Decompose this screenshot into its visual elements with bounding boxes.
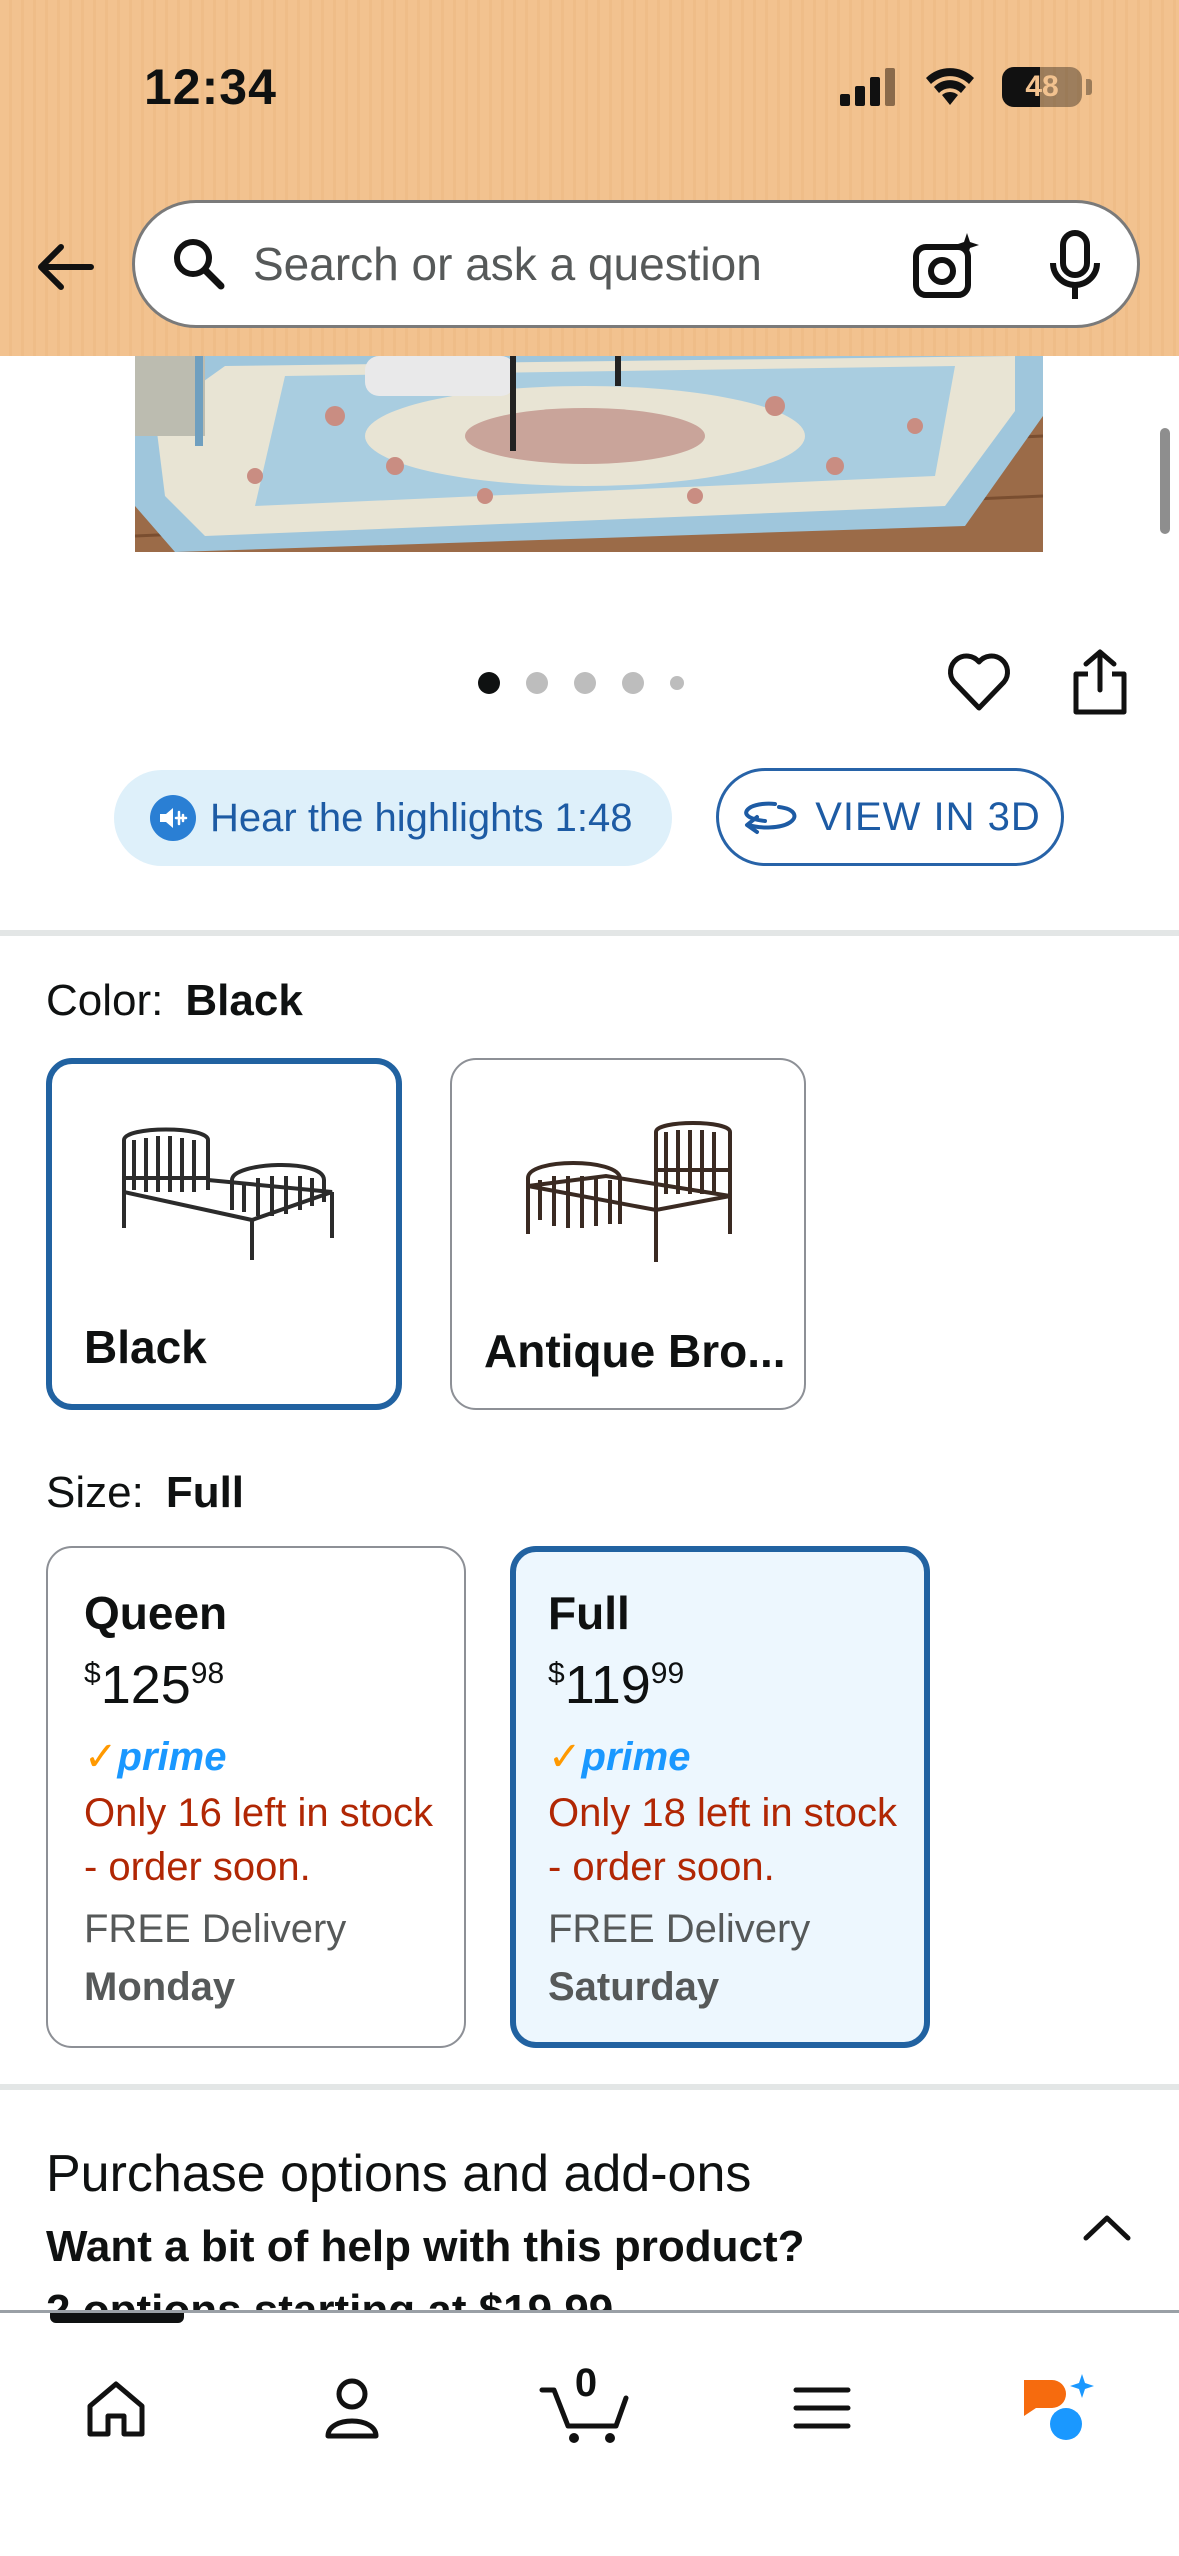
- carousel-dot-2[interactable]: [526, 672, 548, 694]
- size-option-price: $11999: [548, 1655, 685, 1715]
- color-label-row: Color: Black: [46, 976, 303, 1026]
- color-selected-value: Black: [185, 976, 303, 1025]
- audio-highlights-icon: [150, 795, 196, 841]
- prime-check-icon: ✓: [84, 1735, 118, 1779]
- prime-badge: ✓prime: [548, 1735, 691, 1779]
- bottom-navigation: 0: [0, 2310, 1179, 2556]
- share-button[interactable]: [1070, 648, 1130, 721]
- heart-icon: [948, 653, 1010, 711]
- account-icon: [325, 2378, 379, 2439]
- nav-menu[interactable]: [772, 2353, 872, 2463]
- camera-search-button[interactable]: [911, 231, 981, 306]
- status-time: 12:34: [144, 59, 277, 115]
- carousel-dot-5[interactable]: [670, 676, 684, 690]
- nav-rufus-assistant[interactable]: [1008, 2353, 1108, 2463]
- delivery-label: FREE Delivery: [548, 1907, 811, 1951]
- image-carousel-dots[interactable]: [478, 672, 684, 694]
- search-icon: [174, 239, 225, 290]
- size-selected-value: Full: [165, 1468, 245, 1517]
- size-label-row: Size: Full: [46, 1468, 244, 1518]
- home-icon: [87, 2381, 145, 2437]
- color-option-name: Black: [84, 1321, 207, 1373]
- view-in-3d-label: VIEW IN 3D: [815, 794, 1041, 839]
- wifi-icon: [926, 68, 974, 105]
- delivery-day: Monday: [84, 1965, 236, 2009]
- carousel-dot-4[interactable]: [622, 672, 644, 694]
- size-label: Size:: [46, 1468, 144, 1517]
- header: 12:34 48: [0, 0, 1179, 356]
- status-icons: 48: [840, 62, 1092, 112]
- battery-icon: 48: [1002, 67, 1082, 107]
- rotate-3d-icon: [744, 801, 797, 834]
- stock-warning: Only 16 left in stock - order soon.: [84, 1791, 434, 1889]
- battery-cap: [1086, 79, 1092, 95]
- delivery-label: FREE Delivery: [84, 1907, 347, 1951]
- size-option-full[interactable]: Full $11999 ✓prime Only 18 left in stock…: [510, 1546, 930, 2048]
- cart-count: 0: [574, 2361, 598, 2405]
- nav-home[interactable]: [66, 2353, 166, 2463]
- share-icon: [1073, 649, 1127, 715]
- search-input[interactable]: [253, 237, 873, 291]
- chevron-up-icon: [1083, 2215, 1131, 2241]
- color-option-antique-bronze[interactable]: Antique Bro...: [450, 1058, 806, 1410]
- page-scrollbar[interactable]: [1160, 428, 1170, 534]
- size-option-name: Full: [548, 1587, 630, 1639]
- carousel-dot-3[interactable]: [574, 672, 596, 694]
- product-help-heading[interactable]: Want a bit of help with this product?: [46, 2222, 805, 2272]
- nav-cart[interactable]: 0: [536, 2353, 636, 2463]
- microphone-icon: [1050, 230, 1100, 299]
- product-photo-bed-on-rug: [135, 356, 1043, 552]
- voice-search-button[interactable]: [1045, 229, 1105, 308]
- camera-lens-icon: [913, 233, 979, 298]
- collapse-section-button[interactable]: [1080, 2210, 1134, 2249]
- product-image[interactable]: [135, 356, 1043, 552]
- carousel-dot-1[interactable]: [478, 672, 500, 694]
- back-button[interactable]: [30, 232, 100, 302]
- add-to-list-button[interactable]: [946, 650, 1012, 719]
- color-option-name: Antique Bro...: [484, 1325, 786, 1377]
- size-option-queen[interactable]: Queen $12598 ✓prime Only 16 left in stoc…: [46, 1546, 466, 2048]
- size-option-name: Queen: [84, 1587, 228, 1639]
- rufus-assistant-icon: [1024, 2374, 1094, 2440]
- section-divider: [0, 930, 1179, 936]
- cellular-signal-icon: [840, 68, 895, 106]
- back-arrow-icon: [38, 244, 94, 290]
- black-bed-frame-thumbnail: [122, 1127, 334, 1260]
- prime-badge: ✓prime: [84, 1735, 227, 1779]
- color-label: Color:: [46, 976, 164, 1025]
- delivery-day: Saturday: [548, 1965, 720, 2009]
- section-divider: [0, 2084, 1179, 2090]
- hear-highlights-label: Hear the highlights 1:48: [210, 795, 633, 840]
- view-in-3d-button[interactable]: VIEW IN 3D: [716, 768, 1064, 866]
- menu-icon: [793, 2387, 851, 2429]
- hear-highlights-button[interactable]: Hear the highlights 1:48: [114, 770, 672, 866]
- size-option-price: $12598: [84, 1655, 225, 1715]
- bronze-bed-frame-thumbnail: [526, 1121, 732, 1262]
- purchase-options-title: Purchase options and add-ons: [46, 2145, 752, 2203]
- prime-check-icon: ✓: [548, 1735, 582, 1779]
- battery-level: 48: [1025, 70, 1059, 103]
- nav-account[interactable]: [302, 2353, 402, 2463]
- active-tab-indicator: [50, 2313, 184, 2323]
- search-bar[interactable]: [132, 200, 1140, 328]
- stock-warning: Only 18 left in stock - order soon.: [548, 1791, 898, 1889]
- color-option-black[interactable]: Black: [46, 1058, 402, 1410]
